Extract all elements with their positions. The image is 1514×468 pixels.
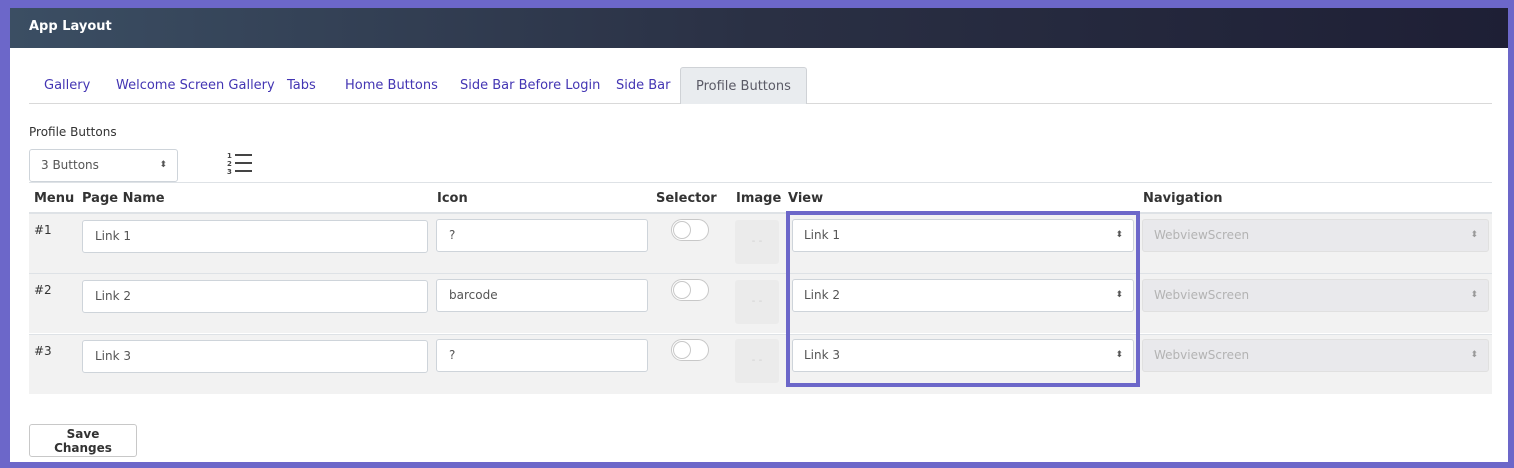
icon-input[interactable]: ? [436,339,648,372]
ordered-list-icon[interactable]: 123 [227,151,253,181]
row-number: #2 [34,283,52,297]
header-page-name: Page Name [82,191,165,206]
tab-home-buttons[interactable]: Home Buttons [330,67,453,104]
tab-tabs[interactable]: Tabs [272,67,331,104]
section-label: Profile Buttons [29,125,117,139]
select-arrows-icon: ⬍ [159,160,167,170]
navigation-select: WebviewScreen ⬍ [1142,279,1489,312]
toggle-knob [673,281,691,299]
panel-title: App Layout [29,19,112,34]
selector-toggle[interactable] [671,339,709,361]
page-name-input[interactable]: Link 2 [82,280,428,313]
svg-text:2: 2 [227,160,232,168]
panel-header: App Layout [10,8,1508,48]
toggle-knob [673,341,691,359]
svg-text:3: 3 [227,168,232,176]
icon-input[interactable]: ? [436,219,648,252]
select-arrows-icon: ⬍ [1470,350,1478,360]
selector-toggle[interactable] [671,219,709,241]
table-row: #1 Link 1 ? - - Link 1 ⬍ WebviewScreen ⬍ [29,213,1492,273]
header-icon: Icon [437,191,468,206]
navigation-select-value: WebviewScreen [1154,228,1250,242]
svg-text:1: 1 [227,152,232,160]
table-row: #3 Link 3 ? - - Link 3 ⬍ WebviewScreen ⬍ [29,334,1492,394]
view-select-value: Link 1 [804,228,841,242]
tab-side-bar[interactable]: Side Bar [601,67,685,104]
navigation-select-value: WebviewScreen [1154,288,1250,302]
table-row: #2 Link 2 barcode - - Link 2 ⬍ WebviewSc… [29,273,1492,333]
select-arrows-icon: ⬍ [1470,290,1478,300]
header-image: Image [736,191,782,206]
tab-gallery[interactable]: Gallery [29,67,105,104]
app-layout-panel: App Layout Gallery Welcome Screen Galler… [10,8,1508,462]
row-number: #1 [34,223,52,237]
view-select[interactable]: Link 3 ⬍ [792,339,1134,372]
header-selector: Selector [656,191,717,206]
navigation-select: WebviewScreen ⬍ [1142,339,1489,372]
image-placeholder[interactable]: - - [735,339,779,383]
navigation-select: WebviewScreen ⬍ [1142,219,1489,252]
tab-bar: Gallery Welcome Screen Gallery Tabs Home… [29,67,1492,104]
view-select[interactable]: Link 1 ⬍ [792,219,1134,252]
header-view: View [788,191,824,206]
header-navigation: Navigation [1143,191,1223,206]
select-arrows-icon: ⬍ [1115,350,1123,360]
view-select[interactable]: Link 2 ⬍ [792,279,1134,312]
tab-welcome-screen-gallery[interactable]: Welcome Screen Gallery [101,67,290,104]
tab-profile-buttons[interactable]: Profile Buttons [680,67,807,104]
view-select-value: Link 3 [804,348,841,362]
image-placeholder[interactable]: - - [735,280,779,324]
button-count-value: 3 Buttons [41,158,99,172]
selector-toggle[interactable] [671,279,709,301]
view-select-value: Link 2 [804,288,841,302]
toggle-knob [673,221,691,239]
navigation-select-value: WebviewScreen [1154,348,1250,362]
row-number: #3 [34,344,52,358]
select-arrows-icon: ⬍ [1115,230,1123,240]
header-menu: Menu [34,191,75,206]
select-arrows-icon: ⬍ [1115,290,1123,300]
save-changes-button[interactable]: Save Changes [29,424,137,457]
page-name-input[interactable]: Link 3 [82,340,428,373]
icon-input[interactable]: barcode [436,279,648,312]
page-name-input[interactable]: Link 1 [82,220,428,253]
image-placeholder[interactable]: - - [735,220,779,264]
tab-side-bar-before-login[interactable]: Side Bar Before Login [445,67,615,104]
button-count-select[interactable]: 3 Buttons ⬍ [29,149,178,182]
select-arrows-icon: ⬍ [1470,230,1478,240]
table-header: Menu Page Name Icon Selector Image View … [29,182,1492,213]
